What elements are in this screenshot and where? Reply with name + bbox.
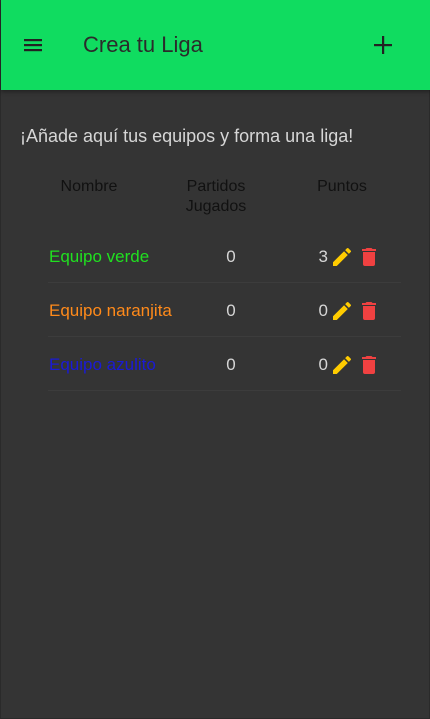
row-divider: [48, 390, 401, 391]
row-divider: [48, 336, 401, 337]
delete-team-button[interactable]: [357, 245, 381, 269]
intro-text: ¡Añade aquí tus equipos y forma una liga…: [20, 126, 354, 146]
team-name: Equipo naranjita: [49, 301, 172, 320]
team-points: 3: [318, 247, 328, 266]
edit-team-button[interactable]: [330, 245, 354, 269]
trash-icon: [362, 356, 376, 374]
pencil-icon: [333, 355, 352, 374]
pencil-icon: [333, 301, 352, 320]
edit-team-button[interactable]: [330, 353, 354, 377]
trash-icon: [362, 302, 376, 320]
table-row: Equipo naranjita 0 0: [48, 285, 401, 337]
matches-played: 0: [226, 247, 236, 266]
team-points: 0: [318, 355, 328, 374]
trash-icon: [362, 248, 376, 266]
menu-button[interactable]: [13, 25, 53, 65]
row-divider: [48, 282, 401, 283]
table-row: Equipo azulito 0 0: [48, 339, 401, 391]
plus-icon: [374, 36, 392, 54]
delete-team-button[interactable]: [357, 353, 381, 377]
app-root: Crea tu Liga ¡Añade aquí tus equipos y f…: [0, 0, 430, 719]
matches-played: 0: [226, 301, 236, 320]
matches-played: 0: [226, 355, 236, 374]
pencil-icon: [333, 247, 352, 266]
column-header-name: Nombre: [60, 178, 118, 195]
column-header-played: Partidos Jugados: [185, 178, 247, 215]
page-title: Crea tu Liga: [83, 32, 203, 57]
add-team-button[interactable]: [363, 25, 403, 65]
edit-team-button[interactable]: [330, 299, 354, 323]
team-name: Equipo azulito: [49, 355, 156, 374]
column-header-points: Puntos: [317, 178, 367, 195]
menu-icon: [24, 39, 42, 52]
team-name: Equipo verde: [49, 247, 150, 266]
table-row: Equipo verde 0 3: [48, 231, 401, 283]
app-header: Crea tu Liga: [1, 0, 430, 90]
team-points: 0: [318, 301, 328, 320]
delete-team-button[interactable]: [357, 299, 381, 323]
